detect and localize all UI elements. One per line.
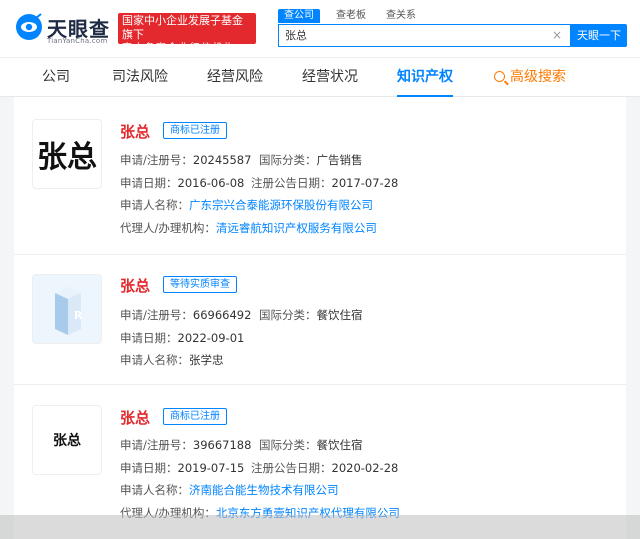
applicant-link[interactable]: 广东宗兴合泰能源环保股份有限公司: [189, 198, 373, 212]
nav-judicial-risk[interactable]: 司法风险: [112, 58, 168, 97]
nav-operating-risk[interactable]: 经营风险: [207, 58, 263, 97]
main-nav: 公司 司法风险 经营风险 经营状况 知识产权 高级搜索: [0, 57, 640, 97]
trademark-image[interactable]: 张总: [32, 119, 102, 189]
apply-date-label: 申请日期：: [120, 331, 178, 345]
apply-date-row: 申请日期：2019-07-15: [120, 460, 244, 476]
search-input-value: 张总: [285, 29, 307, 42]
reg-no-row: 申请/注册号：66966492: [120, 307, 251, 323]
intl-class-value: 广告销售: [316, 153, 363, 167]
status-badge: 等待实质审查: [163, 276, 237, 293]
slogan-line1: 国家中小企业发展子基金旗下: [122, 14, 243, 41]
tab-search-boss[interactable]: 查老板: [332, 9, 370, 23]
clear-icon[interactable]: ×: [552, 25, 562, 46]
agent-link[interactable]: 清远睿航知识产权服务有限公司: [216, 221, 377, 235]
reg-no-value: 66966492: [192, 308, 252, 322]
announce-date-value: 2020-02-28: [331, 461, 399, 475]
search-input[interactable]: 张总 ×: [278, 24, 571, 47]
nav-operating-status[interactable]: 经营状况: [302, 58, 358, 97]
apply-date-row: 申请日期：2022-09-01: [120, 330, 244, 346]
trademark-card[interactable]: 张总 张总 商标已注册 申请/注册号：20245587 国际分类：广告销售 申请…: [14, 97, 626, 255]
announce-date-value: 2017-07-28: [331, 176, 399, 190]
reg-no-row: 申请/注册号：39667188: [120, 437, 251, 453]
nav-company[interactable]: 公司: [42, 58, 70, 97]
status-badge: 商标已注册: [163, 122, 227, 139]
agent-row: 代理人/办理机构：清远睿航知识产权服务有限公司: [120, 220, 377, 236]
trademark-image[interactable]: R: [32, 274, 102, 344]
tab-search-company[interactable]: 查公司: [278, 9, 320, 23]
applicant-row: 申请人名称：张学忠: [120, 352, 224, 368]
announce-date-row: 注册公告日期：2020-02-28: [251, 460, 398, 476]
intl-class-row: 国际分类：广告销售: [259, 152, 363, 168]
applicant-label: 申请人名称：: [120, 483, 189, 497]
logo[interactable]: 天眼查 TianYanCha.com: [14, 12, 114, 46]
reg-no-label: 申请/注册号：: [120, 438, 193, 452]
applicant-label: 申请人名称：: [120, 198, 189, 212]
applicant-label: 申请人名称：: [120, 353, 189, 367]
tab-search-relation[interactable]: 查关系: [382, 9, 420, 23]
intl-class-value: 餐饮住宿: [316, 438, 363, 452]
reg-no-label: 申请/注册号：: [120, 308, 193, 322]
trademark-title[interactable]: 张总: [120, 275, 150, 296]
applicant-link[interactable]: 济南能合能生物技术有限公司: [189, 483, 339, 497]
apply-date-label: 申请日期：: [120, 461, 178, 475]
intl-class-value: 餐饮住宿: [316, 308, 363, 322]
status-badge: 商标已注册: [163, 408, 227, 425]
announce-date-label: 注册公告日期：: [251, 461, 332, 475]
trademark-image[interactable]: 张总: [32, 405, 102, 475]
nav-ip[interactable]: 知识产权: [397, 58, 453, 97]
search-button[interactable]: 天眼一下: [571, 24, 627, 47]
trademark-image-text: 张总: [37, 140, 97, 175]
reg-no-value: 39667188: [192, 438, 252, 452]
reg-no-label: 申请/注册号：: [120, 153, 193, 167]
intl-class-row: 国际分类：餐饮住宿: [259, 437, 363, 453]
brand-domain: TianYanCha.com: [47, 37, 108, 45]
header: 天眼查 TianYanCha.com 国家中小企业发展子基金旗下 官方备案企业征…: [0, 0, 640, 57]
trademark-card[interactable]: R 张总 等待实质审查 申请/注册号：66966492 国际分类：餐饮住宿 申请…: [14, 255, 626, 385]
agent-label: 代理人/办理机构：: [120, 221, 216, 235]
pending-image-icon: R: [55, 287, 83, 335]
announce-date-label: 注册公告日期：: [251, 176, 332, 190]
search-type-tabs: 查公司 查老板 查关系: [278, 9, 420, 23]
tianyancha-logo-icon: [16, 13, 42, 40]
reg-no-value: 20245587: [192, 153, 252, 167]
svg-text:R: R: [74, 309, 83, 322]
applicant-value: 张学忠: [189, 353, 224, 367]
trademark-title[interactable]: 张总: [120, 121, 150, 142]
trademark-title[interactable]: 张总: [120, 407, 150, 428]
brand-slogan: 国家中小企业发展子基金旗下 官方备案企业征信机构: [118, 13, 256, 54]
apply-date-value: 2022-09-01: [177, 331, 245, 345]
apply-date-label: 申请日期：: [120, 176, 178, 190]
intl-class-row: 国际分类：餐饮住宿: [259, 307, 363, 323]
trademark-list: 张总 张总 商标已注册 申请/注册号：20245587 国际分类：广告销售 申请…: [14, 97, 626, 539]
slogan-line2: 官方备案企业征信机构: [122, 43, 235, 54]
apply-date-value: 2016-06-08: [177, 176, 245, 190]
nav-advanced-search[interactable]: 高级搜索: [494, 58, 566, 97]
apply-date-value: 2019-07-15: [177, 461, 245, 475]
trademark-image-text: 张总: [53, 433, 81, 449]
advanced-search-label: 高级搜索: [510, 69, 566, 85]
announce-date-row: 注册公告日期：2017-07-28: [251, 175, 398, 191]
intl-class-label: 国际分类：: [259, 308, 317, 322]
applicant-row: 申请人名称：广东宗兴合泰能源环保股份有限公司: [120, 197, 373, 213]
apply-date-row: 申请日期：2016-06-08: [120, 175, 244, 191]
intl-class-label: 国际分类：: [259, 153, 317, 167]
applicant-row: 申请人名称：济南能合能生物技术有限公司: [120, 482, 339, 498]
reg-no-row: 申请/注册号：20245587: [120, 152, 251, 168]
intl-class-label: 国际分类：: [259, 438, 317, 452]
bottom-overlay: [0, 515, 640, 539]
search-icon: [494, 71, 505, 82]
